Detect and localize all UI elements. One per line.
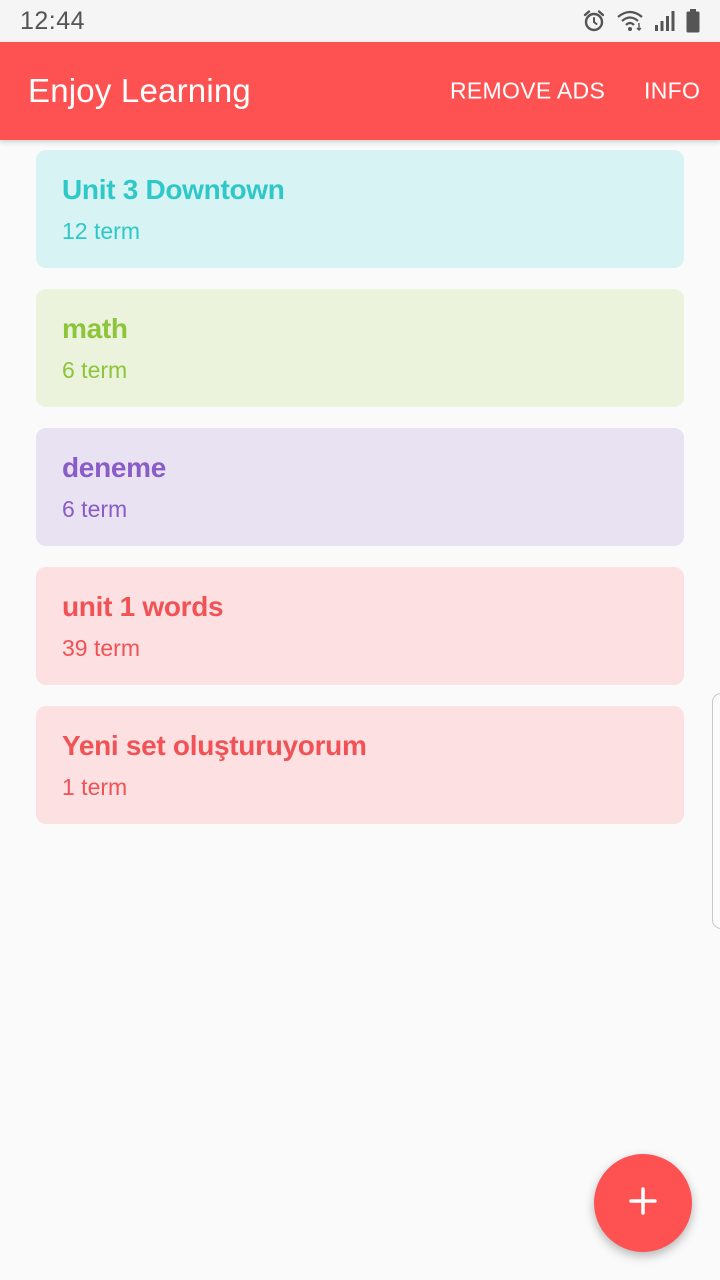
set-title: math [62,313,128,344]
app-bar: Enjoy Learning REMOVE ADS INFO [0,42,720,140]
edge-panel-handle[interactable] [712,693,720,929]
set-title: deneme [62,452,167,483]
set-term-count: 1 term [62,774,128,800]
set-term-count: 6 term [62,496,128,522]
screen: 12:44 Enjoy Learning REMOVE ADS INFO Uni… [0,0,720,1280]
set-card-deneme[interactable]: deneme 6 term [36,428,684,546]
wifi-icon [616,10,644,32]
set-card-yeni-set[interactable]: Yeni set oluşturuyorum 1 term [36,706,684,824]
set-title: Unit 3 Downtown [62,174,285,205]
set-list: Unit 3 Downtown 12 term math 6 term dene… [36,150,684,845]
app-title: Enjoy Learning [28,72,251,109]
battery-icon [686,9,700,33]
set-term-count: 6 term [62,357,128,383]
info-button[interactable]: INFO [644,78,700,105]
remove-ads-button[interactable]: REMOVE ADS [450,78,605,105]
set-card-unit-1-words[interactable]: unit 1 words 39 term [36,567,684,685]
set-card-unit-3-downtown[interactable]: Unit 3 Downtown 12 term [36,150,684,268]
set-term-count: 39 term [62,635,140,661]
status-icons [582,9,700,33]
set-title: Yeni set oluşturuyorum [62,730,367,761]
set-title: unit 1 words [62,591,224,622]
add-set-button[interactable] [594,1154,692,1252]
status-bar: 12:44 [0,0,720,42]
set-card-math[interactable]: math 6 term [36,289,684,407]
signal-icon [654,10,676,32]
alarm-icon [582,9,606,33]
set-term-count: 12 term [62,218,140,244]
plus-icon [628,1186,658,1221]
status-time: 12:44 [20,6,86,35]
